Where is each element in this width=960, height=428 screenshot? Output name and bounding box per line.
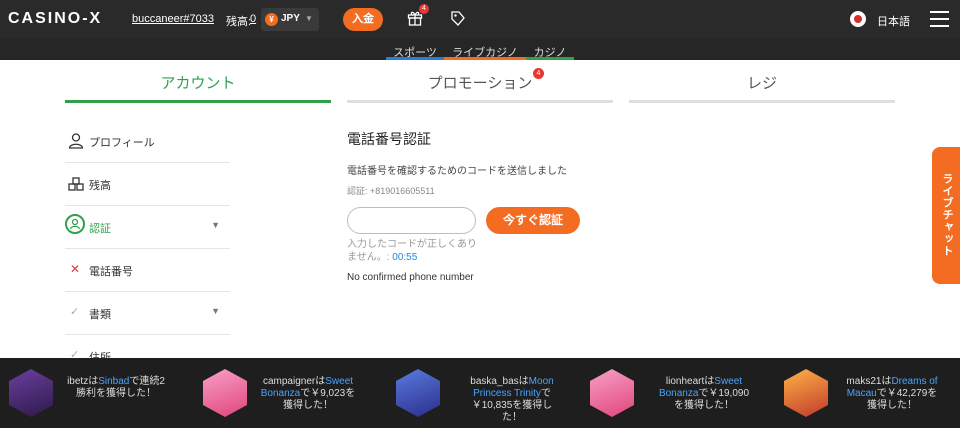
sidebar-item-profile[interactable]: プロフィール <box>65 120 230 163</box>
winner-text: lionheartはSweet Bonanzaで￥19,090を獲得した！ <box>658 376 750 411</box>
no-confirmed-phone-text: No confirmed phone number <box>347 272 474 283</box>
sidebar-item-balance[interactable]: 残高 <box>65 163 230 206</box>
live-chat-button[interactable]: ライブチャット <box>932 147 960 284</box>
subnav-sports-underline <box>386 57 444 60</box>
chevron-down-icon: ▼ <box>305 14 313 23</box>
code-error-message: 入力したコードが正しくありません。: 00:55 <box>347 238 477 264</box>
winner-item[interactable]: lionheartはSweet Bonanzaで￥19,090を獲得した！ <box>588 358 784 428</box>
game-thumbnail[interactable] <box>784 369 828 417</box>
sidebar-item-label: プロフィール <box>89 137 155 149</box>
winner-text: ibetzはSinbadで連続2勝利を獲得した！ <box>67 376 165 399</box>
subnav-casino-underline <box>526 57 574 60</box>
japan-flag-icon[interactable] <box>850 11 866 27</box>
winner-item[interactable]: campaignerはSweet Bonanzaで￥9,023を獲得した！ <box>196 358 392 428</box>
currency-label: JPY <box>281 13 300 24</box>
game-thumbnail[interactable] <box>396 369 440 417</box>
gift-badge: 4 <box>419 4 429 14</box>
game-thumbnail[interactable] <box>203 369 247 417</box>
promo-tag-icon[interactable] <box>449 10 466 27</box>
sidebar-item-verification[interactable]: 認証 ▼ <box>65 206 230 249</box>
verify-user-icon <box>65 214 85 234</box>
game-thumbnail[interactable] <box>590 369 634 417</box>
balance-label: 残高: <box>226 16 252 28</box>
tab-promotions[interactable]: プロモーション <box>347 72 613 93</box>
tab-cashier[interactable]: レジ <box>629 72 895 93</box>
winner-text: maks21はDreams of Macauで￥42,279を獲得した！ <box>846 376 938 411</box>
chevron-down-icon: ▼ <box>211 306 220 316</box>
winner-item[interactable]: ibetzはSinbadで連続2勝利を獲得した！ <box>0 358 196 428</box>
promotions-badge: 4 <box>533 68 544 79</box>
live-chat-label: ライブチャット <box>941 173 953 257</box>
verification-phone-number: 認証: +819016605511 <box>347 186 435 196</box>
winner-text: campaignerはSweet Bonanzaで￥9,023を獲得した！ <box>260 376 356 411</box>
deposit-button[interactable]: 入金 <box>343 8 383 31</box>
game-thumbnail[interactable] <box>9 369 53 417</box>
tab-account-underline <box>65 100 331 103</box>
hamburger-menu-icon[interactable] <box>930 11 949 27</box>
sidebar-item-phone[interactable]: ✕ 電話番号 <box>65 249 230 292</box>
language-selector[interactable]: 日本語 <box>877 13 910 29</box>
subnav-live-casino-underline <box>444 57 526 60</box>
verification-code-input[interactable] <box>347 207 476 234</box>
winner-item[interactable]: maks21はDreams of Macauで￥42,279を獲得した！ <box>784 358 960 428</box>
site-logo[interactable]: CASINO-X <box>8 10 102 28</box>
username-link[interactable]: buccaneer#7033 <box>132 13 214 25</box>
check-icon: ✓ <box>70 306 80 318</box>
balance-value[interactable]: 0 <box>250 13 256 25</box>
sidebar-item-label: 残高 <box>89 180 111 192</box>
tab-account[interactable]: アカウント <box>65 72 331 93</box>
sub-navigation: スポーツ ライブカジノ カジノ <box>0 39 960 60</box>
winner-text: baska_basはMoon Princess Trinityで￥10,835を… <box>470 376 554 423</box>
top-header: CASINO-X buccaneer#7033 残高: 0 ¥ JPY ▼ 入金… <box>0 0 960 39</box>
sidebar-item-label: 認証 <box>89 223 111 235</box>
tab-cashier-underline <box>629 100 895 103</box>
verification-description: 電話番号を確認するためのコードを送信しました <box>347 166 567 177</box>
currency-select[interactable]: ¥ JPY ▼ <box>261 8 319 31</box>
winner-item[interactable]: baska_basはMoon Princess Trinityで￥10,835を… <box>392 358 588 428</box>
tab-promotions-underline <box>347 100 613 103</box>
sidebar-item-label: 電話番号 <box>89 266 133 278</box>
coins-icon <box>68 177 84 191</box>
sidebar-item-label: 書類 <box>89 309 111 321</box>
resend-timer: 00:55 <box>392 252 418 263</box>
verify-now-button[interactable]: 今すぐ認証 <box>486 207 580 234</box>
yen-icon: ¥ <box>265 13 278 26</box>
winners-ticker: ibetzはSinbadで連続2勝利を獲得した！ campaignerはSwee… <box>0 358 960 428</box>
x-icon: ✕ <box>70 262 81 276</box>
user-icon <box>68 133 84 149</box>
page-title: 電話番号認証 <box>347 131 431 147</box>
sidebar-item-documents[interactable]: ✓ 書類 ▼ <box>65 292 230 335</box>
chevron-down-icon: ▼ <box>211 220 220 230</box>
